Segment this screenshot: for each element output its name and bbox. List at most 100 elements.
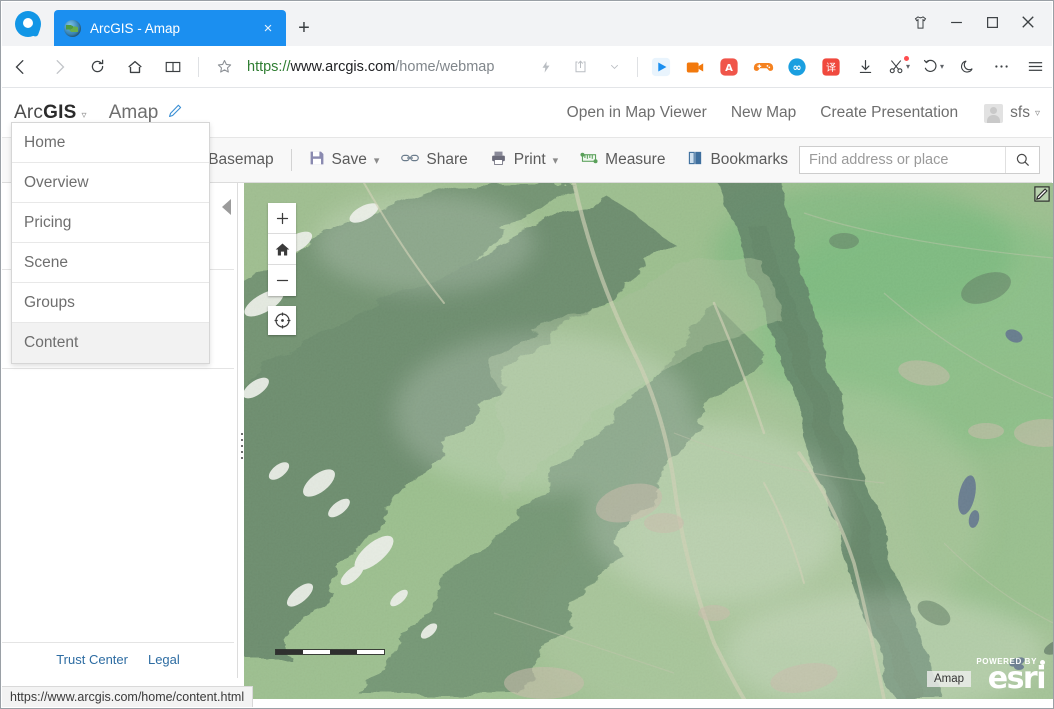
home-icon[interactable] (118, 50, 152, 84)
legal-link[interactable]: Legal (148, 652, 180, 667)
basemap-label: Basemap (208, 151, 274, 168)
theme-skin-icon[interactable] (902, 7, 938, 37)
minimize-button[interactable] (938, 7, 974, 37)
share-button[interactable]: Share (390, 137, 478, 183)
measure-button[interactable]: Measure (569, 137, 676, 183)
print-caret-icon: ▾ (552, 154, 559, 167)
save-label: Save (331, 151, 367, 168)
translate-extension-icon[interactable]: 译 (816, 52, 846, 82)
map-canvas[interactable]: Amap POWERED BY esri (244, 183, 1053, 699)
edit-pencil-icon[interactable] (167, 103, 183, 123)
game-extension-icon[interactable] (748, 52, 778, 82)
panel-resize-handle[interactable] (239, 431, 245, 461)
arcgis-logo-prefix: Arc (14, 102, 44, 123)
username-label[interactable]: sfs (1010, 104, 1030, 122)
tab-close-icon[interactable]: × (258, 18, 278, 38)
measure-label: Measure (605, 151, 666, 168)
download-icon[interactable] (850, 52, 880, 82)
browser-window: ArcGIS - Amap × + https://www.arcgis.com… (0, 0, 1054, 709)
create-presentation-link[interactable]: Create Presentation (820, 104, 958, 122)
tab-strip: ArcGIS - Amap × + (2, 2, 1052, 46)
browser-logo (2, 2, 54, 46)
url-host: www.arcgis.com (290, 58, 396, 75)
arcgis-logo-menu[interactable]: ArcGIS ▿ (14, 102, 87, 124)
globe-favicon (64, 19, 81, 37)
save-caret-icon: ▾ (373, 154, 380, 167)
status-bar: https://www.arcgis.com/home/content.html (2, 686, 254, 707)
menu-item-scene[interactable]: Scene (12, 243, 209, 283)
zoom-out-button[interactable] (268, 265, 296, 296)
user-chevron-down-icon[interactable]: ▿ (1035, 108, 1040, 119)
arcgis-dropdown-menu: Home Overview Pricing Scene Groups Conte… (11, 122, 210, 364)
svg-text:译: 译 (826, 62, 836, 74)
map-title: Amap (108, 102, 159, 123)
screenshot-scissors-icon[interactable]: ▾ (884, 52, 914, 82)
measure-ruler-icon (580, 150, 598, 171)
reload-icon[interactable] (80, 50, 114, 84)
share-page-icon[interactable] (565, 52, 595, 82)
address-bar: https://www.arcgis.com/home/webmap A ∞ 译… (2, 46, 1052, 88)
main-menu-icon[interactable] (1020, 52, 1050, 82)
new-tab-button[interactable]: + (286, 10, 322, 46)
svg-text:A: A (725, 63, 733, 74)
forward-icon[interactable] (42, 50, 76, 84)
locate-button[interactable] (268, 306, 296, 335)
video-play-extension-icon[interactable] (646, 52, 676, 82)
search-input[interactable] (800, 147, 1005, 173)
save-button[interactable]: Save ▾ (298, 137, 391, 183)
panel-footer: Trust Center Legal (2, 642, 234, 667)
satellite-imagery (244, 183, 1053, 699)
maximize-button[interactable] (974, 7, 1010, 37)
basemap-button[interactable]: Basemap (197, 137, 284, 183)
close-window-button[interactable] (1010, 7, 1046, 37)
bookmark-star-icon[interactable] (207, 50, 241, 84)
flash-icon[interactable] (531, 52, 561, 82)
map-expand-icon[interactable] (1034, 186, 1050, 202)
status-bar-url: https://www.arcgis.com/home/content.html (10, 690, 245, 704)
esri-attribution: POWERED BY esri (976, 658, 1047, 696)
zoom-in-button[interactable] (268, 203, 296, 234)
esri-wordmark: esri (987, 661, 1047, 696)
dark-mode-moon-icon[interactable] (952, 52, 982, 82)
svg-text:∞: ∞ (792, 61, 801, 74)
menu-item-overview[interactable]: Overview (12, 163, 209, 203)
url-path: /home/webmap (395, 58, 495, 75)
new-map-link[interactable]: New Map (731, 104, 796, 122)
search-icon[interactable] (1005, 147, 1039, 173)
menu-item-content[interactable]: Content (12, 323, 209, 363)
collapse-panel-arrow-icon[interactable] (222, 199, 231, 215)
infinity-extension-icon[interactable]: ∞ (782, 52, 812, 82)
avatar (984, 103, 1004, 123)
history-undo-icon[interactable]: ▾ (918, 52, 948, 82)
map-search-box[interactable] (799, 146, 1040, 174)
url-input[interactable]: https://www.arcgis.com/home/webmap (243, 50, 529, 84)
print-button[interactable]: Print ▾ (479, 137, 569, 183)
bookmarks-label: Bookmarks (710, 151, 788, 168)
back-icon[interactable] (4, 50, 38, 84)
browser-tab-arcgis[interactable]: ArcGIS - Amap × (54, 10, 286, 46)
open-in-map-viewer-link[interactable]: Open in Map Viewer (567, 104, 707, 122)
url-scheme: https:// (247, 58, 291, 75)
chevron-down-icon: ▿ (81, 110, 87, 121)
bookmark-book-icon (687, 150, 703, 171)
menu-item-groups[interactable]: Groups (12, 283, 209, 323)
map-zoom-controls (268, 203, 296, 296)
trust-center-link[interactable]: Trust Center (56, 652, 128, 667)
map-scale-bar (275, 649, 385, 655)
address-bar-actions: A ∞ 译 ▾ ▾ (529, 52, 1052, 82)
window-controls (902, 2, 1046, 42)
screen-record-extension-icon[interactable] (680, 52, 710, 82)
printer-icon (490, 150, 507, 171)
menu-item-pricing[interactable]: Pricing (12, 203, 209, 243)
app-store-extension-icon[interactable]: A (714, 52, 744, 82)
arcgis-logo-bold: GIS (43, 102, 77, 123)
home-extent-button[interactable] (268, 234, 296, 265)
menu-item-home[interactable]: Home (12, 123, 209, 163)
bookmarks-button[interactable]: Bookmarks (676, 137, 799, 183)
address-chevron-down-icon[interactable] (599, 52, 629, 82)
reader-view-icon[interactable] (156, 50, 190, 84)
save-disk-icon (309, 150, 325, 171)
panel-divider-2 (2, 368, 234, 369)
more-options-icon[interactable] (986, 52, 1016, 82)
print-label: Print (513, 151, 546, 168)
